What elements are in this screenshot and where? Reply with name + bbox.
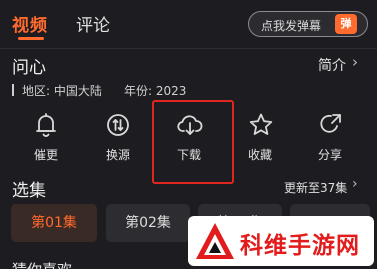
year-info: 年份: 2023: [124, 84, 187, 98]
urge-update-button[interactable]: 催更: [16, 112, 76, 172]
site-watermark: 科维手游网: [188, 216, 374, 266]
switch-source-button[interactable]: 换源: [88, 112, 148, 172]
share-button[interactable]: 分享: [300, 112, 360, 172]
chevron-right-icon: ›: [352, 53, 358, 71]
tab-divider: [0, 48, 377, 49]
share-label: 分享: [317, 148, 342, 162]
switch-source-label: 换源: [105, 148, 130, 162]
download-highlight-box: [152, 100, 234, 184]
region-info: 地区: 中国大陆: [22, 84, 102, 98]
episodes-update-link[interactable]: 更新至37集: [284, 179, 347, 196]
active-tab-indicator: [18, 37, 44, 40]
watermark-text: 科维手游网: [240, 233, 360, 259]
tab-video[interactable]: 视频: [12, 11, 48, 36]
intro-link[interactable]: 简介: [318, 55, 346, 75]
switch-source-icon: [107, 114, 129, 136]
recommend-section-title: 猜你喜欢: [12, 259, 72, 269]
meta-divider: [12, 84, 14, 96]
favorite-label: 收藏: [247, 148, 272, 162]
share-icon: [320, 114, 341, 133]
star-icon: [249, 113, 273, 135]
danmu-icon: 弹: [335, 14, 357, 34]
bell-icon: [36, 113, 56, 137]
episode-item[interactable]: 第02集: [106, 204, 190, 242]
send-danmu-label: 点我发弹幕: [261, 19, 322, 33]
send-danmu-button[interactable]: 点我发弹幕 弹: [248, 11, 368, 37]
show-title: 问心: [12, 58, 46, 78]
favorite-button[interactable]: 收藏: [230, 112, 290, 172]
episode-item-selected[interactable]: 第01集: [11, 204, 97, 242]
episodes-section-title: 选集: [12, 181, 46, 201]
tab-comment[interactable]: 评论: [76, 11, 110, 36]
chevron-right-icon: ›: [352, 176, 358, 192]
urge-update-label: 催更: [33, 148, 58, 162]
watermark-logo-icon: [196, 223, 234, 259]
